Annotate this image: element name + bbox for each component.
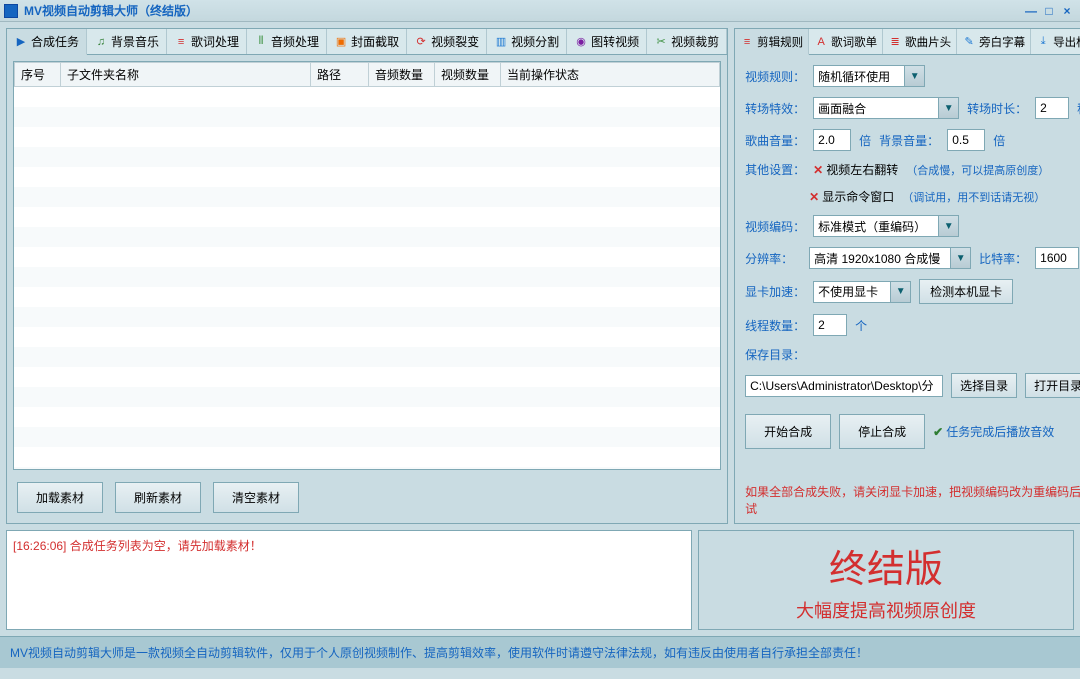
col-视频数量[interactable]: 视频数量 xyxy=(435,63,501,87)
threads-input[interactable] xyxy=(813,314,847,336)
close-button[interactable]: × xyxy=(1058,4,1076,18)
res-dropdown[interactable]: ▼ xyxy=(809,247,971,269)
start-button[interactable]: 开始合成 xyxy=(745,414,831,449)
maximize-button[interactable]: □ xyxy=(1040,4,1058,18)
brand-big: 终结版 xyxy=(829,538,943,593)
video-rule-dropdown[interactable]: ▼ xyxy=(813,65,925,87)
tab-视频裁剪[interactable]: ✂视频裁剪 xyxy=(647,29,727,54)
chevron-down-icon[interactable]: ▼ xyxy=(950,248,970,268)
col-当前操作状态[interactable]: 当前操作状态 xyxy=(501,63,720,87)
tab-icon: ≡ xyxy=(174,35,188,49)
x-icon: ✕ xyxy=(809,190,819,204)
sound-after-checkbox[interactable]: ✔任务完成后播放音效 xyxy=(933,423,1054,440)
tab-歌曲片头[interactable]: ≣歌曲片头 xyxy=(883,29,957,54)
tab-旁白字幕[interactable]: ✎旁白字幕 xyxy=(957,29,1031,54)
other-label: 其他设置： xyxy=(745,161,805,178)
tab-icon: ▥ xyxy=(494,35,508,49)
tab-导出标题[interactable]: ⤓导出标题 xyxy=(1031,29,1080,54)
x-icon: ✕ xyxy=(813,163,823,177)
col-路径[interactable]: 路径 xyxy=(311,63,369,87)
minimize-button[interactable]: — xyxy=(1022,4,1040,18)
bg-vol-label: 背景音量： xyxy=(879,132,939,149)
tab-icon: ≣ xyxy=(888,35,902,49)
load-button[interactable]: 加载素材 xyxy=(17,482,103,513)
tab-歌词歌单[interactable]: A歌词歌单 xyxy=(809,29,883,54)
brand-sub: 大幅度提高视频原创度 xyxy=(796,597,976,623)
transition-dur-label: 转场时长： xyxy=(967,100,1027,117)
encode-label: 视频编码： xyxy=(745,218,805,235)
brand-panel: 终结版 大幅度提高视频原创度 xyxy=(698,530,1074,630)
tab-icon: ⦀ xyxy=(254,35,268,49)
transition-dur-input[interactable] xyxy=(1035,97,1069,119)
col-子文件夹名称[interactable]: 子文件夹名称 xyxy=(61,63,311,87)
transition-label: 转场特效： xyxy=(745,100,805,117)
title-text: MV视频自动剪辑大师（终结版） xyxy=(24,2,198,19)
tab-剪辑规则[interactable]: ≡剪辑规则 xyxy=(735,29,809,55)
video-rule-label: 视频规则： xyxy=(745,68,805,85)
encode-dropdown[interactable]: ▼ xyxy=(813,215,959,237)
chevron-down-icon[interactable]: ▼ xyxy=(890,282,910,302)
clear-button[interactable]: 清空素材 xyxy=(213,482,299,513)
tab-歌词处理[interactable]: ≡歌词处理 xyxy=(167,29,247,54)
cmd-checkbox[interactable]: ✕显示命令窗口 xyxy=(809,188,894,205)
footer: MV视频自动剪辑大师是一款视频全自动剪辑软件，仅用于个人原创视频制作、提高剪辑效… xyxy=(0,636,1080,668)
detect-gpu-button[interactable]: 检测本机显卡 xyxy=(919,279,1013,304)
col-音频数量[interactable]: 音频数量 xyxy=(369,63,435,87)
right-panel: ≡剪辑规则A歌词歌单≣歌曲片头✎旁白字幕⤓导出标题 视频规则： ▼ 转场特效： … xyxy=(734,28,1080,524)
gpu-label: 显卡加速： xyxy=(745,283,805,300)
savedir-label: 保存目录： xyxy=(745,346,805,363)
tab-icon: ✎ xyxy=(962,35,976,49)
tab-icon: ≡ xyxy=(740,35,754,49)
flip-checkbox[interactable]: ✕视频左右翻转 xyxy=(813,161,898,178)
left-tabbar: ▶合成任务♫背景音乐≡歌词处理⦀音频处理▣封面截取⟳视频裂变▥视频分割◉图转视频… xyxy=(7,29,727,55)
check-icon: ✔ xyxy=(933,425,943,439)
fail-hint: 如果全部合成失败，请关闭显卡加速，把视频编码改为重编码后重试 xyxy=(745,483,1080,517)
log-line: [16:26:06] 合成任务列表为空，请先加载素材！ xyxy=(13,537,685,554)
tab-icon: A xyxy=(814,35,828,49)
task-table: 序号子文件夹名称路径音频数量视频数量当前操作状态 xyxy=(13,61,721,470)
right-tabbar: ≡剪辑规则A歌词歌单≣歌曲片头✎旁白字幕⤓导出标题 xyxy=(735,29,1080,55)
titlebar: MV视频自动剪辑大师（终结版） — □ × xyxy=(0,0,1080,22)
chevron-down-icon[interactable]: ▼ xyxy=(904,66,924,86)
tab-合成任务[interactable]: ▶合成任务 xyxy=(7,29,87,55)
res-label: 分辨率： xyxy=(745,250,801,267)
footer-text: MV视频自动剪辑大师是一款视频全自动剪辑软件，仅用于个人原创视频制作、提高剪辑效… xyxy=(10,644,868,661)
chevron-down-icon[interactable]: ▼ xyxy=(938,216,958,236)
chevron-down-icon[interactable]: ▼ xyxy=(938,98,958,118)
tab-icon: ⤓ xyxy=(1036,35,1050,49)
bitrate-label: 比特率： xyxy=(979,250,1027,267)
log-panel: [16:26:06] 合成任务列表为空，请先加载素材！ xyxy=(6,530,692,630)
tab-icon: ◉ xyxy=(574,35,588,49)
tab-封面截取[interactable]: ▣封面截取 xyxy=(327,29,407,54)
col-序号[interactable]: 序号 xyxy=(15,63,61,87)
tab-icon: ▶ xyxy=(14,35,28,49)
left-panel: ▶合成任务♫背景音乐≡歌词处理⦀音频处理▣封面截取⟳视频裂变▥视频分割◉图转视频… xyxy=(6,28,728,524)
tab-图转视频[interactable]: ◉图转视频 xyxy=(567,29,647,54)
savedir-input[interactable] xyxy=(745,375,943,397)
app-icon xyxy=(4,4,18,18)
tab-icon: ▣ xyxy=(334,35,348,49)
tab-icon: ⟳ xyxy=(414,35,428,49)
bitrate-input[interactable] xyxy=(1035,247,1079,269)
tab-视频分割[interactable]: ▥视频分割 xyxy=(487,29,567,54)
choose-dir-button[interactable]: 选择目录 xyxy=(951,373,1017,398)
tab-视频裂变[interactable]: ⟳视频裂变 xyxy=(407,29,487,54)
stop-button[interactable]: 停止合成 xyxy=(839,414,925,449)
tab-背景音乐[interactable]: ♫背景音乐 xyxy=(87,29,167,54)
song-vol-label: 歌曲音量： xyxy=(745,132,805,149)
bg-vol-input[interactable] xyxy=(947,129,985,151)
threads-label: 线程数量： xyxy=(745,317,805,334)
tab-icon: ♫ xyxy=(94,35,108,49)
tab-icon: ✂ xyxy=(654,35,668,49)
refresh-button[interactable]: 刷新素材 xyxy=(115,482,201,513)
song-vol-input[interactable] xyxy=(813,129,851,151)
table-body[interactable] xyxy=(14,87,720,470)
transition-dropdown[interactable]: ▼ xyxy=(813,97,959,119)
tab-音频处理[interactable]: ⦀音频处理 xyxy=(247,29,327,54)
gpu-dropdown[interactable]: ▼ xyxy=(813,281,911,303)
open-dir-button[interactable]: 打开目录 xyxy=(1025,373,1080,398)
